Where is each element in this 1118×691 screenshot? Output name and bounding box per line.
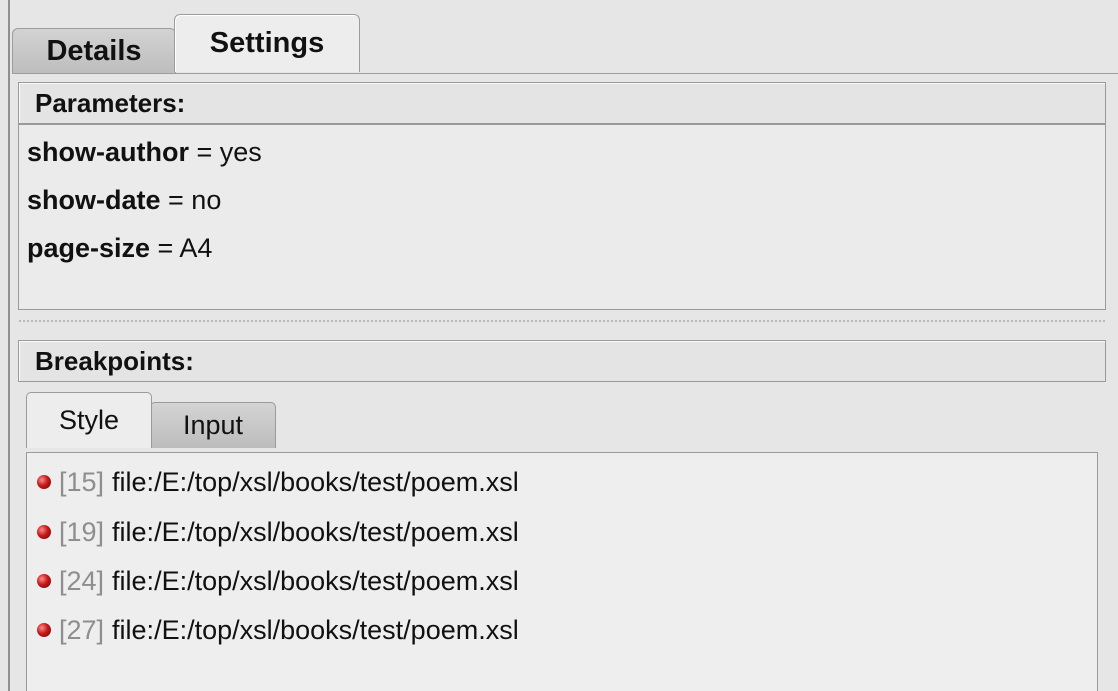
breakpoints-header: Breakpoints: — [18, 340, 1106, 382]
parameters-header: Parameters: — [18, 82, 1106, 124]
breakpoint-item[interactable]: [15] file:/E:/top/xsl/books/test/poem.xs… — [37, 465, 519, 499]
parameter-separator: = — [160, 185, 192, 215]
breakpoint-line-number: [24] — [59, 565, 105, 596]
main-tabbar: Details Settings — [12, 14, 1118, 74]
tab-input[interactable]: Input — [150, 402, 276, 448]
breakpoint-line-number: [27] — [59, 614, 105, 645]
breakpoint-line-number: [19] — [59, 516, 105, 547]
breakpoint-file-path: file:/E:/top/xsl/books/test/poem.xsl — [112, 466, 519, 497]
parameter-separator: = — [189, 137, 220, 167]
parameter-row[interactable]: show-date = no — [27, 185, 221, 216]
parameter-name: page-size — [27, 233, 151, 263]
split-pane-divider[interactable] — [18, 311, 1106, 335]
breakpoint-item[interactable]: [27] file:/E:/top/xsl/books/test/poem.xs… — [37, 613, 519, 647]
parameter-name: show-date — [27, 185, 161, 215]
parameter-name: show-author — [27, 137, 189, 167]
parameter-value: yes — [219, 137, 262, 167]
parameter-row[interactable]: page-size = A4 — [27, 233, 212, 264]
parameter-separator: = — [150, 233, 180, 263]
tab-details[interactable]: Details — [12, 28, 176, 74]
window-border — [8, 0, 10, 691]
tab-style[interactable]: Style — [26, 392, 152, 448]
breakpoint-dot-icon — [37, 475, 51, 489]
parameter-value: A4 — [179, 233, 213, 263]
breakpoint-file-path: file:/E:/top/xsl/books/test/poem.xsl — [112, 565, 519, 596]
breakpoint-file-path: file:/E:/top/xsl/books/test/poem.xsl — [112, 614, 519, 645]
breakpoint-list: [15] file:/E:/top/xsl/books/test/poem.xs… — [26, 452, 1098, 691]
breakpoint-dot-icon — [37, 574, 51, 588]
settings-panel-window: Details Settings Parameters: show-author… — [0, 0, 1118, 691]
breakpoint-dot-icon — [37, 623, 51, 637]
breakpoint-line-number: [15] — [59, 466, 105, 497]
breakpoint-item[interactable]: [19] file:/E:/top/xsl/books/test/poem.xs… — [37, 515, 519, 549]
tab-settings[interactable]: Settings — [174, 14, 360, 72]
parameter-row[interactable]: show-author = yes — [27, 137, 262, 168]
parameters-list: show-author = yes show-date = no page-si… — [18, 124, 1106, 310]
parameter-value: no — [191, 185, 222, 215]
breakpoint-item[interactable]: [24] file:/E:/top/xsl/books/test/poem.xs… — [37, 564, 519, 598]
tabbar-divider — [12, 73, 1118, 74]
breakpoint-dot-icon — [37, 525, 51, 539]
breakpoint-file-path: file:/E:/top/xsl/books/test/poem.xsl — [112, 516, 519, 547]
